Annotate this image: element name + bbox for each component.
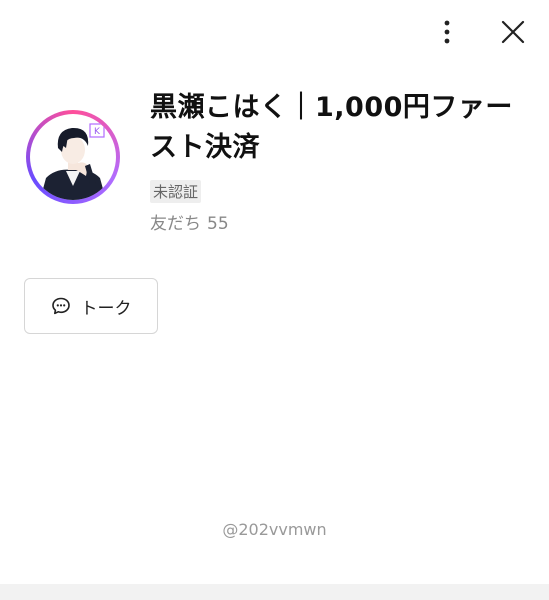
avatar[interactable]: K <box>26 110 120 204</box>
bottom-divider-bar <box>0 584 549 600</box>
profile-info: 黒瀬こはく｜1,000円ファースト決済 未認証 友だち 55 <box>150 88 530 234</box>
friends-number: 55 <box>207 214 229 234</box>
chat-bubble-icon <box>51 297 70 315</box>
close-icon <box>501 20 525 44</box>
avatar-image: K <box>30 114 116 200</box>
account-name: 黒瀬こはく｜1,000円ファースト決済 <box>150 92 513 163</box>
account-id: @202vvmwn <box>222 520 327 539</box>
close-button[interactable] <box>495 14 531 50</box>
avatar-logo-text: K <box>94 127 101 137</box>
avatar-illustration: K <box>40 123 106 200</box>
more-vertical-icon <box>444 20 450 44</box>
top-actions <box>429 14 531 50</box>
profile-page: K 黒瀬こはく｜1,000円ファースト決済 未認証 友だち 55 トーク @202… <box>0 0 549 600</box>
talk-button[interactable]: トーク <box>24 278 158 334</box>
talk-button-label: トーク <box>80 298 132 319</box>
more-options-button[interactable] <box>429 14 465 50</box>
profile-header: K 黒瀬こはく｜1,000円ファースト決済 未認証 友だち 55 <box>26 88 526 248</box>
friends-label: 友だち <box>150 214 201 234</box>
friends-count: 友だち 55 <box>150 209 530 234</box>
verification-badge: 未認証 <box>150 180 202 203</box>
